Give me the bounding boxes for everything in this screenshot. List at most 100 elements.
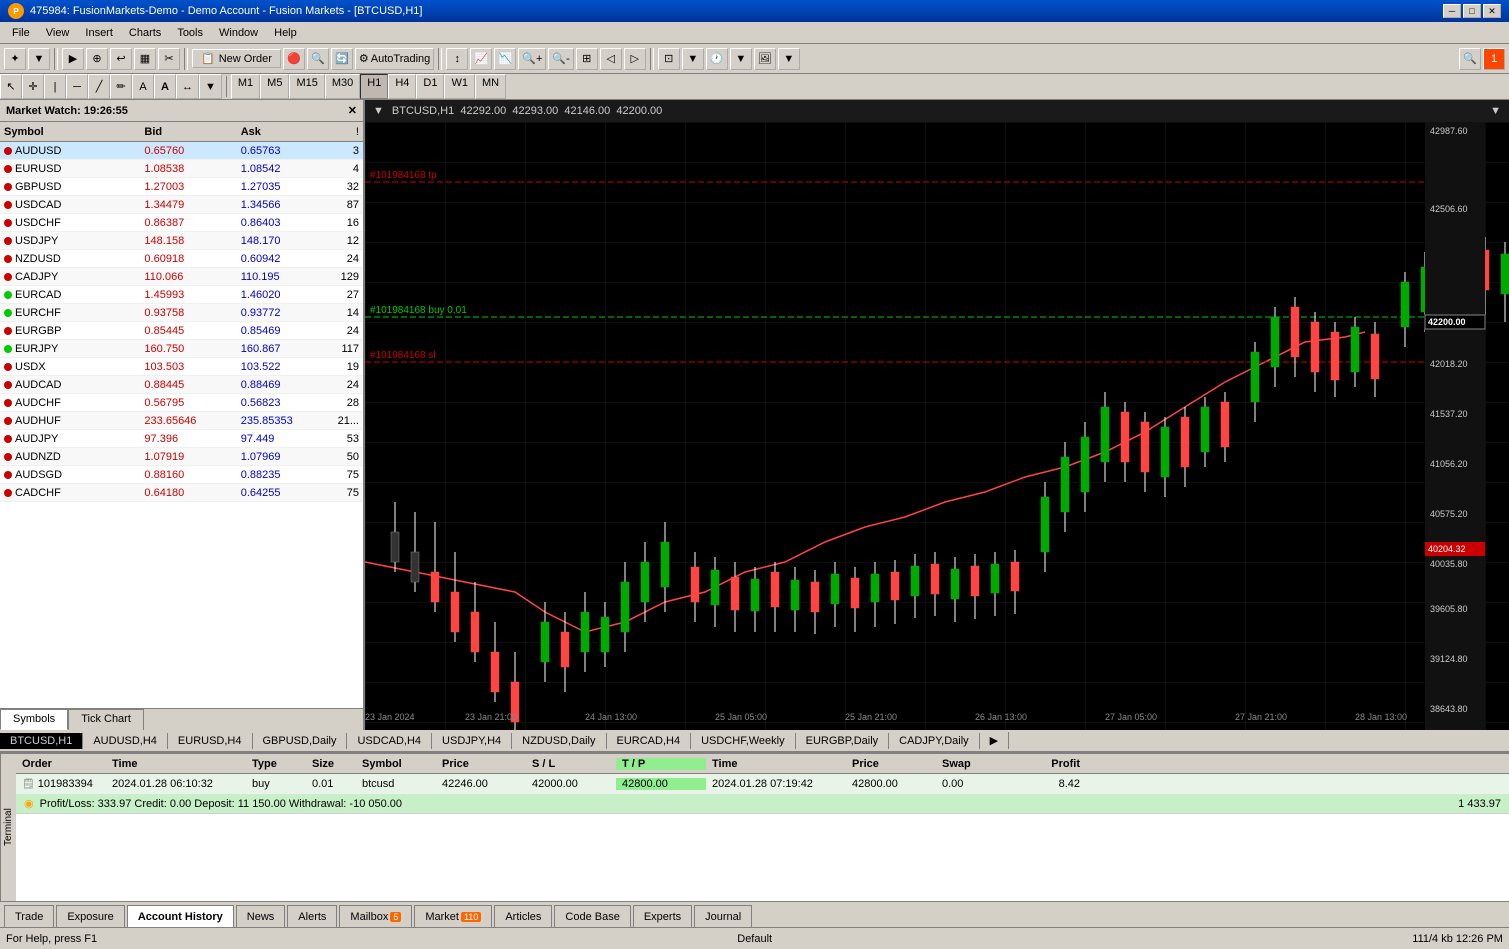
draw-more[interactable]: ▼ — [199, 74, 222, 99]
col-bid[interactable]: Bid — [140, 126, 236, 138]
menu-window[interactable]: Window — [211, 25, 266, 41]
chart-tab-nzdusd[interactable]: NZDUSD,Daily — [512, 733, 606, 749]
toolbar-btn2[interactable]: ▶ — [62, 48, 84, 70]
tab-account-history[interactable]: Account History — [127, 905, 234, 927]
tf-m5[interactable]: M5 — [260, 74, 289, 99]
tf-h1[interactable]: H1 — [360, 74, 388, 99]
toolbar-clock[interactable]: 🕐 — [706, 48, 728, 70]
market-watch-row[interactable]: USDCHF 0.86387 0.86403 16 — [0, 214, 363, 232]
new-order-button[interactable]: 📋 New Order — [192, 49, 281, 68]
draw-hline[interactable]: ─ — [66, 74, 88, 99]
tf-h4[interactable]: H4 — [388, 74, 416, 99]
toolbar-btn11[interactable]: ▷ — [624, 48, 646, 70]
maximize-button[interactable]: □ — [1463, 4, 1481, 18]
tf-d1[interactable]: D1 — [416, 74, 444, 99]
market-watch-row[interactable]: EURJPY 160.750 160.867 117 — [0, 340, 363, 358]
menu-help[interactable]: Help — [266, 25, 305, 41]
chart-tab-eurusd[interactable]: EURUSD,H4 — [168, 733, 253, 749]
tab-articles[interactable]: Articles — [494, 905, 552, 927]
chart-tab-btcusd[interactable]: BTCUSD,H1 — [0, 733, 83, 749]
menu-view[interactable]: View — [38, 25, 78, 41]
tab-mailbox[interactable]: Mailbox5 — [339, 905, 412, 927]
draw-cross[interactable]: ✛ — [22, 74, 44, 99]
toolbar-zoom-out[interactable]: 🔍- — [548, 48, 573, 70]
chart-canvas-container[interactable]: #101984168 tp #101984168 buy 0.01 #10198… — [365, 122, 1509, 730]
market-watch-row[interactable]: EURCAD 1.45993 1.46020 27 — [0, 286, 363, 304]
market-watch-row[interactable]: EURUSD 1.08538 1.08542 4 — [0, 160, 363, 178]
toolbar-search[interactable]: 🔍 — [307, 48, 329, 70]
menu-charts[interactable]: Charts — [121, 25, 169, 41]
col-ask[interactable]: Ask — [237, 126, 333, 138]
draw-cursor[interactable]: ↖ — [0, 74, 22, 99]
toolbar-btn10[interactable]: ◁ — [600, 48, 622, 70]
market-watch-row[interactable]: AUDCHF 0.56795 0.56823 28 — [0, 394, 363, 412]
tab-alerts[interactable]: Alerts — [287, 905, 337, 927]
chart-tab-cadjpy[interactable]: CADJPY,Daily — [889, 733, 980, 749]
toolbar-btn1[interactable]: ▼ — [28, 48, 50, 70]
chart-tab-eurcad[interactable]: EURCAD,H4 — [607, 733, 692, 749]
chart-tab-audusd[interactable]: AUDUSD,H4 — [83, 733, 168, 749]
toolbar-buy[interactable]: 🔴 — [283, 48, 305, 70]
toolbar-grid[interactable]: ⊞ — [576, 48, 598, 70]
market-watch-row[interactable]: USDCAD 1.34479 1.34566 87 — [0, 196, 363, 214]
draw-text-bold[interactable]: A — [154, 74, 176, 99]
autotrading-button[interactable]: ⚙ AutoTrading — [355, 48, 434, 70]
tf-w1[interactable]: W1 — [444, 74, 475, 99]
market-watch-row[interactable]: USDX 103.503 103.522 19 — [0, 358, 363, 376]
menu-file[interactable]: File — [4, 25, 38, 41]
chart-tab-usdcad[interactable]: USDCAD,H4 — [347, 733, 432, 749]
chart-tab-gbpusd[interactable]: GBPUSD,Daily — [253, 733, 348, 749]
market-watch-row[interactable]: CADJPY 110.066 110.195 129 — [0, 268, 363, 286]
menu-tools[interactable]: Tools — [169, 25, 211, 41]
toolbar-btn14[interactable]: ▼ — [730, 48, 752, 70]
terminal-label[interactable]: Terminal — [0, 754, 16, 901]
draw-pen[interactable]: ✏ — [110, 74, 132, 99]
toolbar-btn4[interactable]: ↩ — [110, 48, 132, 70]
tf-m30[interactable]: M30 — [325, 74, 360, 99]
tab-market[interactable]: Market110 — [414, 905, 492, 927]
market-watch-row[interactable]: AUDHUF 233.65646 235.85353 21... — [0, 412, 363, 430]
toolbar-zoom-in[interactable]: 🔍+ — [518, 48, 546, 70]
market-watch-row[interactable]: CADCHF 0.64180 0.64255 75 — [0, 484, 363, 502]
market-watch-close[interactable]: ✕ — [348, 104, 357, 117]
market-watch-row[interactable]: GBPUSD 1.27003 1.27035 32 — [0, 178, 363, 196]
toolbar-screenshot[interactable]: 🖼 — [754, 48, 776, 70]
draw-trendline[interactable]: ╱ — [88, 74, 110, 99]
toolbar-search-right[interactable]: 🔍 — [1459, 48, 1481, 70]
col-symbol[interactable]: Symbol — [0, 126, 140, 138]
toolbar-btn5[interactable]: ▦ — [134, 48, 156, 70]
market-watch-row[interactable]: AUDJPY 97.396 97.449 53 — [0, 430, 363, 448]
market-watch-row[interactable]: EURGBP 0.85445 0.85469 24 — [0, 322, 363, 340]
chart-tab-usdjpy[interactable]: USDJPY,H4 — [432, 733, 512, 749]
market-watch-row[interactable]: AUDUSD 0.65760 0.65763 3 — [0, 142, 363, 160]
mw-tab-symbols[interactable]: Symbols — [0, 709, 68, 730]
minimize-button[interactable]: ─ — [1443, 4, 1461, 18]
toolbar-btn15[interactable]: ▼ — [778, 48, 800, 70]
toolbar-new[interactable]: ✦ — [4, 48, 26, 70]
tab-journal[interactable]: Journal — [694, 905, 752, 927]
tab-exposure[interactable]: Exposure — [56, 905, 124, 927]
draw-text[interactable]: A — [132, 74, 154, 99]
draw-vline[interactable]: | — [44, 74, 66, 99]
toolbar-alert[interactable]: 1 — [1483, 48, 1505, 70]
menu-insert[interactable]: Insert — [77, 25, 121, 41]
market-watch-row[interactable]: AUDNZD 1.07919 1.07969 50 — [0, 448, 363, 466]
toolbar-btn12[interactable]: ⊡ — [658, 48, 680, 70]
market-watch-row[interactable]: NZDUSD 0.60918 0.60942 24 — [0, 250, 363, 268]
tf-m1[interactable]: M1 — [231, 74, 260, 99]
mw-tab-tick[interactable]: Tick Chart — [68, 709, 144, 730]
tf-m15[interactable]: M15 — [289, 74, 324, 99]
market-watch-row[interactable]: USDJPY 148.158 148.170 12 — [0, 232, 363, 250]
toolbar-btn8[interactable]: 📈 — [470, 48, 492, 70]
toolbar-refresh[interactable]: 🔄 — [331, 48, 353, 70]
market-watch-row[interactable]: AUDSGD 0.88160 0.88235 75 — [0, 466, 363, 484]
toolbar-btn13[interactable]: ▼ — [682, 48, 704, 70]
title-bar-controls[interactable]: ─ □ ✕ — [1443, 4, 1501, 18]
tab-trade[interactable]: Trade — [4, 905, 54, 927]
close-button[interactable]: ✕ — [1483, 4, 1501, 18]
tf-mn[interactable]: MN — [475, 74, 506, 99]
tab-experts[interactable]: Experts — [633, 905, 692, 927]
toolbar-btn6[interactable]: ✂ — [158, 48, 180, 70]
market-watch-row[interactable]: AUDCAD 0.88445 0.88469 24 — [0, 376, 363, 394]
chart-tab-more[interactable]: ▶ — [980, 732, 1009, 749]
